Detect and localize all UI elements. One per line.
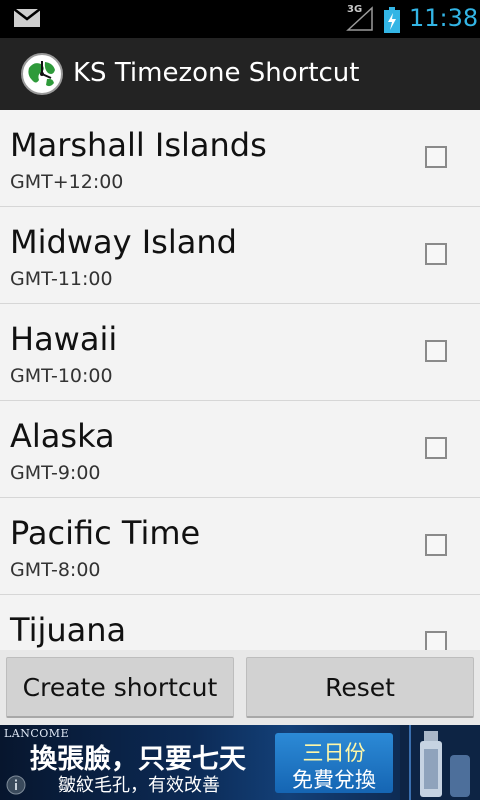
timezone-checkbox[interactable] xyxy=(425,534,447,556)
timezone-offset: GMT+12:00 xyxy=(10,171,124,193)
clock: 11:38 xyxy=(409,4,479,32)
timezone-name: Hawaii xyxy=(10,320,118,358)
timezone-name: Pacific Time xyxy=(10,514,201,552)
timezone-checkbox[interactable] xyxy=(425,631,447,650)
ad-cta-bottom-text: 免費兌換 xyxy=(292,768,376,792)
list-item[interactable]: Pacific Time GMT-8:00 xyxy=(0,498,480,595)
product-bottle-image xyxy=(400,725,480,800)
button-bar: Create shortcut Reset xyxy=(0,650,480,725)
timezone-offset: GMT-8:00 xyxy=(10,559,101,581)
timezone-checkbox[interactable] xyxy=(425,243,447,265)
action-bar: KS Timezone Shortcut xyxy=(0,38,480,112)
list-item[interactable]: Hawaii GMT-10:00 xyxy=(0,304,480,401)
timezone-name: Marshall Islands xyxy=(10,126,267,164)
timezone-checkbox[interactable] xyxy=(425,340,447,362)
create-shortcut-button[interactable]: Create shortcut xyxy=(6,657,234,718)
timezone-offset: GMT-9:00 xyxy=(10,462,101,484)
battery-charging-icon xyxy=(384,7,400,33)
ad-cta-top-text: 三日份 xyxy=(302,741,366,765)
app-title: KS Timezone Shortcut xyxy=(73,58,360,88)
list-item[interactable]: Tijuana xyxy=(0,595,480,650)
app-screen: 3G 11:38 KS Timezone Shortcut Marshall I… xyxy=(0,0,480,800)
info-icon[interactable] xyxy=(6,775,26,795)
list-item[interactable]: Alaska GMT-9:00 xyxy=(0,401,480,498)
reset-button[interactable]: Reset xyxy=(246,657,474,718)
ad-cta-button[interactable]: 三日份 免費兌換 xyxy=(275,733,393,793)
timezone-name: Alaska xyxy=(10,417,115,455)
ad-banner[interactable]: LANCOME 換張臉，只要七天 皺紋毛孔，有效改善 三日份 免費兌換 xyxy=(0,725,480,800)
mail-icon xyxy=(14,9,40,27)
timezone-offset: GMT-11:00 xyxy=(10,268,113,290)
timezone-checkbox[interactable] xyxy=(425,146,447,168)
timezone-name: Tijuana xyxy=(10,611,127,649)
timezone-offset: GMT-10:00 xyxy=(10,365,113,387)
ad-subline: 皺紋毛孔，有效改善 xyxy=(58,775,220,796)
list-item[interactable]: Marshall Islands GMT+12:00 xyxy=(0,110,480,207)
globe-clock-icon[interactable] xyxy=(20,52,64,96)
timezone-name: Midway Island xyxy=(10,223,237,261)
status-bar: 3G 11:38 xyxy=(0,0,480,38)
timezone-checkbox[interactable] xyxy=(425,437,447,459)
signal-icon xyxy=(346,6,373,31)
timezone-list[interactable]: Marshall Islands GMT+12:00 Midway Island… xyxy=(0,110,480,650)
list-item[interactable]: Midway Island GMT-11:00 xyxy=(0,207,480,304)
